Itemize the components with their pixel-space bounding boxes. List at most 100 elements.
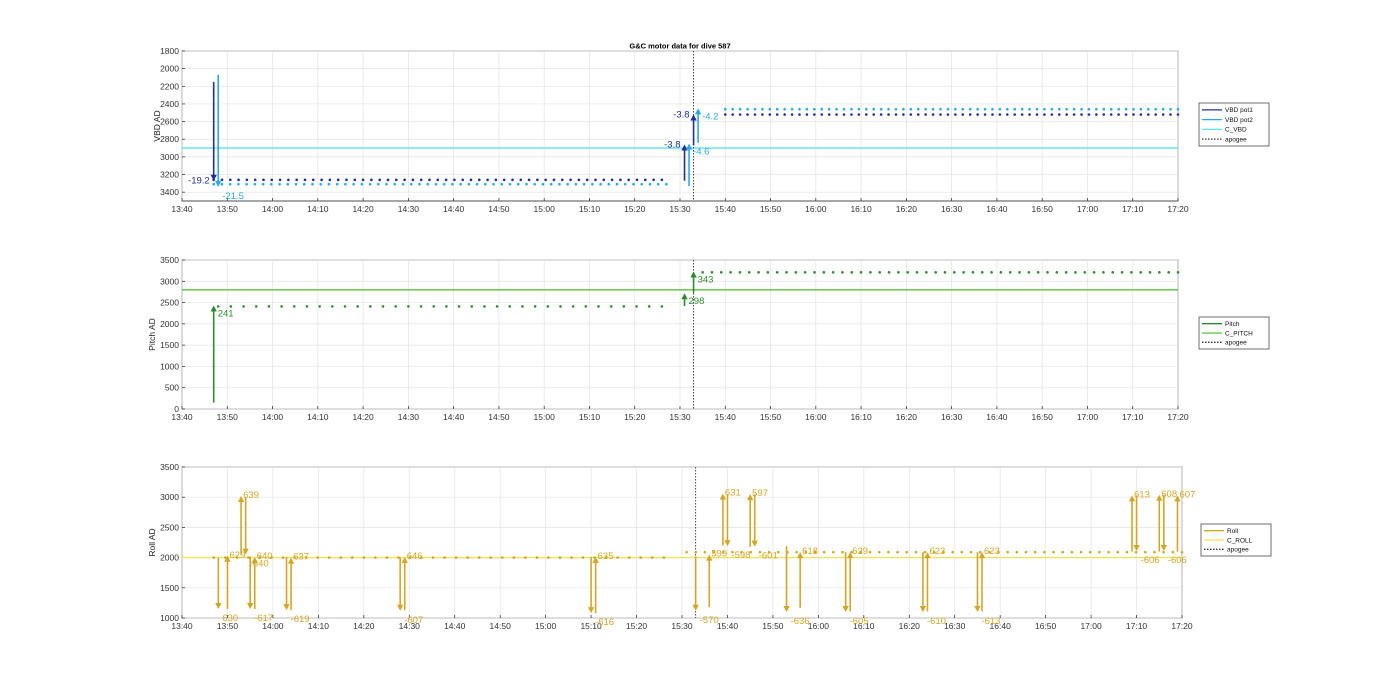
data-point — [842, 113, 846, 116]
data-point — [362, 556, 366, 559]
data-point — [640, 182, 644, 186]
data-point — [599, 182, 602, 186]
data-point — [738, 113, 742, 116]
data-point — [738, 271, 742, 274]
data-point — [1013, 113, 1017, 116]
motor-data-figure: G&C motor data for dive 587 13:40 13:50 14… — [147, 42, 1272, 631]
legend-label: apogee — [1225, 136, 1247, 143]
data-point — [1005, 107, 1009, 111]
data-point — [1035, 107, 1039, 111]
data-point — [738, 107, 742, 111]
move-label: 637 — [293, 552, 309, 563]
data-point — [723, 113, 727, 116]
data-point — [768, 113, 772, 116]
y-tick-label: 3200 — [160, 170, 179, 180]
data-point — [574, 182, 578, 186]
data-point — [445, 305, 448, 308]
x-tick-label: 14:00 — [262, 204, 284, 214]
data-point — [426, 182, 430, 186]
data-point — [894, 113, 898, 116]
data-point — [393, 182, 397, 186]
data-point — [356, 305, 359, 308]
data-point — [1132, 113, 1135, 116]
x-tick-label: 13:40 — [171, 204, 193, 214]
data-point — [639, 556, 643, 559]
data-point — [316, 556, 319, 559]
data-point — [1074, 271, 1077, 274]
y-tick-label: 2500 — [160, 522, 179, 532]
legend-label: C_PITCH — [1225, 330, 1253, 337]
data-point — [968, 113, 972, 116]
data-point — [731, 113, 734, 116]
data-point — [1079, 550, 1083, 554]
data-point — [896, 550, 899, 554]
data-point — [302, 182, 306, 186]
data-point — [278, 182, 281, 186]
data-point — [1143, 550, 1147, 554]
data-point — [374, 556, 377, 559]
data-point — [360, 182, 364, 186]
data-point — [254, 305, 258, 308]
x-tick-label: 15:40 — [715, 412, 737, 422]
data-point — [999, 271, 1003, 274]
data-point — [665, 182, 668, 186]
move-label: -610 — [927, 616, 946, 627]
legend-label: Pitch — [1225, 321, 1240, 328]
data-point — [753, 107, 757, 111]
data-point — [418, 182, 421, 186]
legend-label: VBD pot1 — [1225, 107, 1253, 114]
x-tick-label: 14:50 — [488, 204, 510, 214]
data-point — [805, 113, 809, 116]
data-point — [1065, 107, 1068, 111]
y-tick-label: 500 — [165, 383, 179, 393]
data-point — [747, 271, 751, 274]
move-label: -607 — [404, 615, 423, 626]
data-point — [261, 182, 265, 186]
data-point — [287, 178, 290, 182]
data-point — [887, 107, 890, 111]
data-point — [729, 271, 732, 274]
move-label: -606 — [1141, 555, 1160, 566]
data-point — [1180, 550, 1184, 554]
data-point — [906, 271, 909, 274]
data-point — [887, 113, 890, 116]
data-point — [1158, 271, 1161, 274]
move-label: 646 — [407, 551, 423, 562]
data-point — [305, 305, 309, 308]
data-point — [1111, 271, 1115, 274]
move-label: 629 — [229, 550, 245, 561]
data-point — [980, 271, 984, 274]
data-point — [879, 113, 883, 116]
data-point — [582, 182, 586, 186]
data-point — [475, 182, 479, 186]
x-tick-label: 17:00 — [1077, 412, 1099, 422]
data-point — [594, 178, 597, 182]
x-tick-label: 15:30 — [671, 621, 693, 631]
data-point — [1050, 113, 1054, 116]
x-tick-label: 17:10 — [1122, 204, 1144, 214]
data-point — [790, 113, 794, 116]
data-point — [385, 182, 388, 186]
legend-label: apogee — [1227, 547, 1249, 554]
y-tick-label: 2400 — [160, 99, 179, 109]
data-point — [212, 556, 216, 559]
x-tick-label: 15:50 — [760, 412, 782, 422]
y-tick-label: 2800 — [160, 134, 179, 144]
move-label: -636 — [791, 616, 810, 627]
move-label: 629 — [852, 546, 868, 557]
data-point — [394, 305, 397, 308]
data-point — [552, 178, 556, 182]
move-label: -570 — [700, 615, 719, 626]
data-point — [281, 556, 285, 559]
x-tick-label: 13:50 — [217, 412, 239, 422]
data-point — [559, 305, 562, 308]
data-point — [1061, 550, 1065, 554]
data-point — [619, 178, 622, 182]
move-label: -613 — [981, 616, 1000, 627]
data-point — [915, 271, 919, 274]
data-point — [436, 178, 440, 182]
data-point — [820, 107, 824, 111]
data-point — [1098, 550, 1101, 554]
data-point — [343, 305, 347, 308]
data-point — [368, 182, 372, 186]
